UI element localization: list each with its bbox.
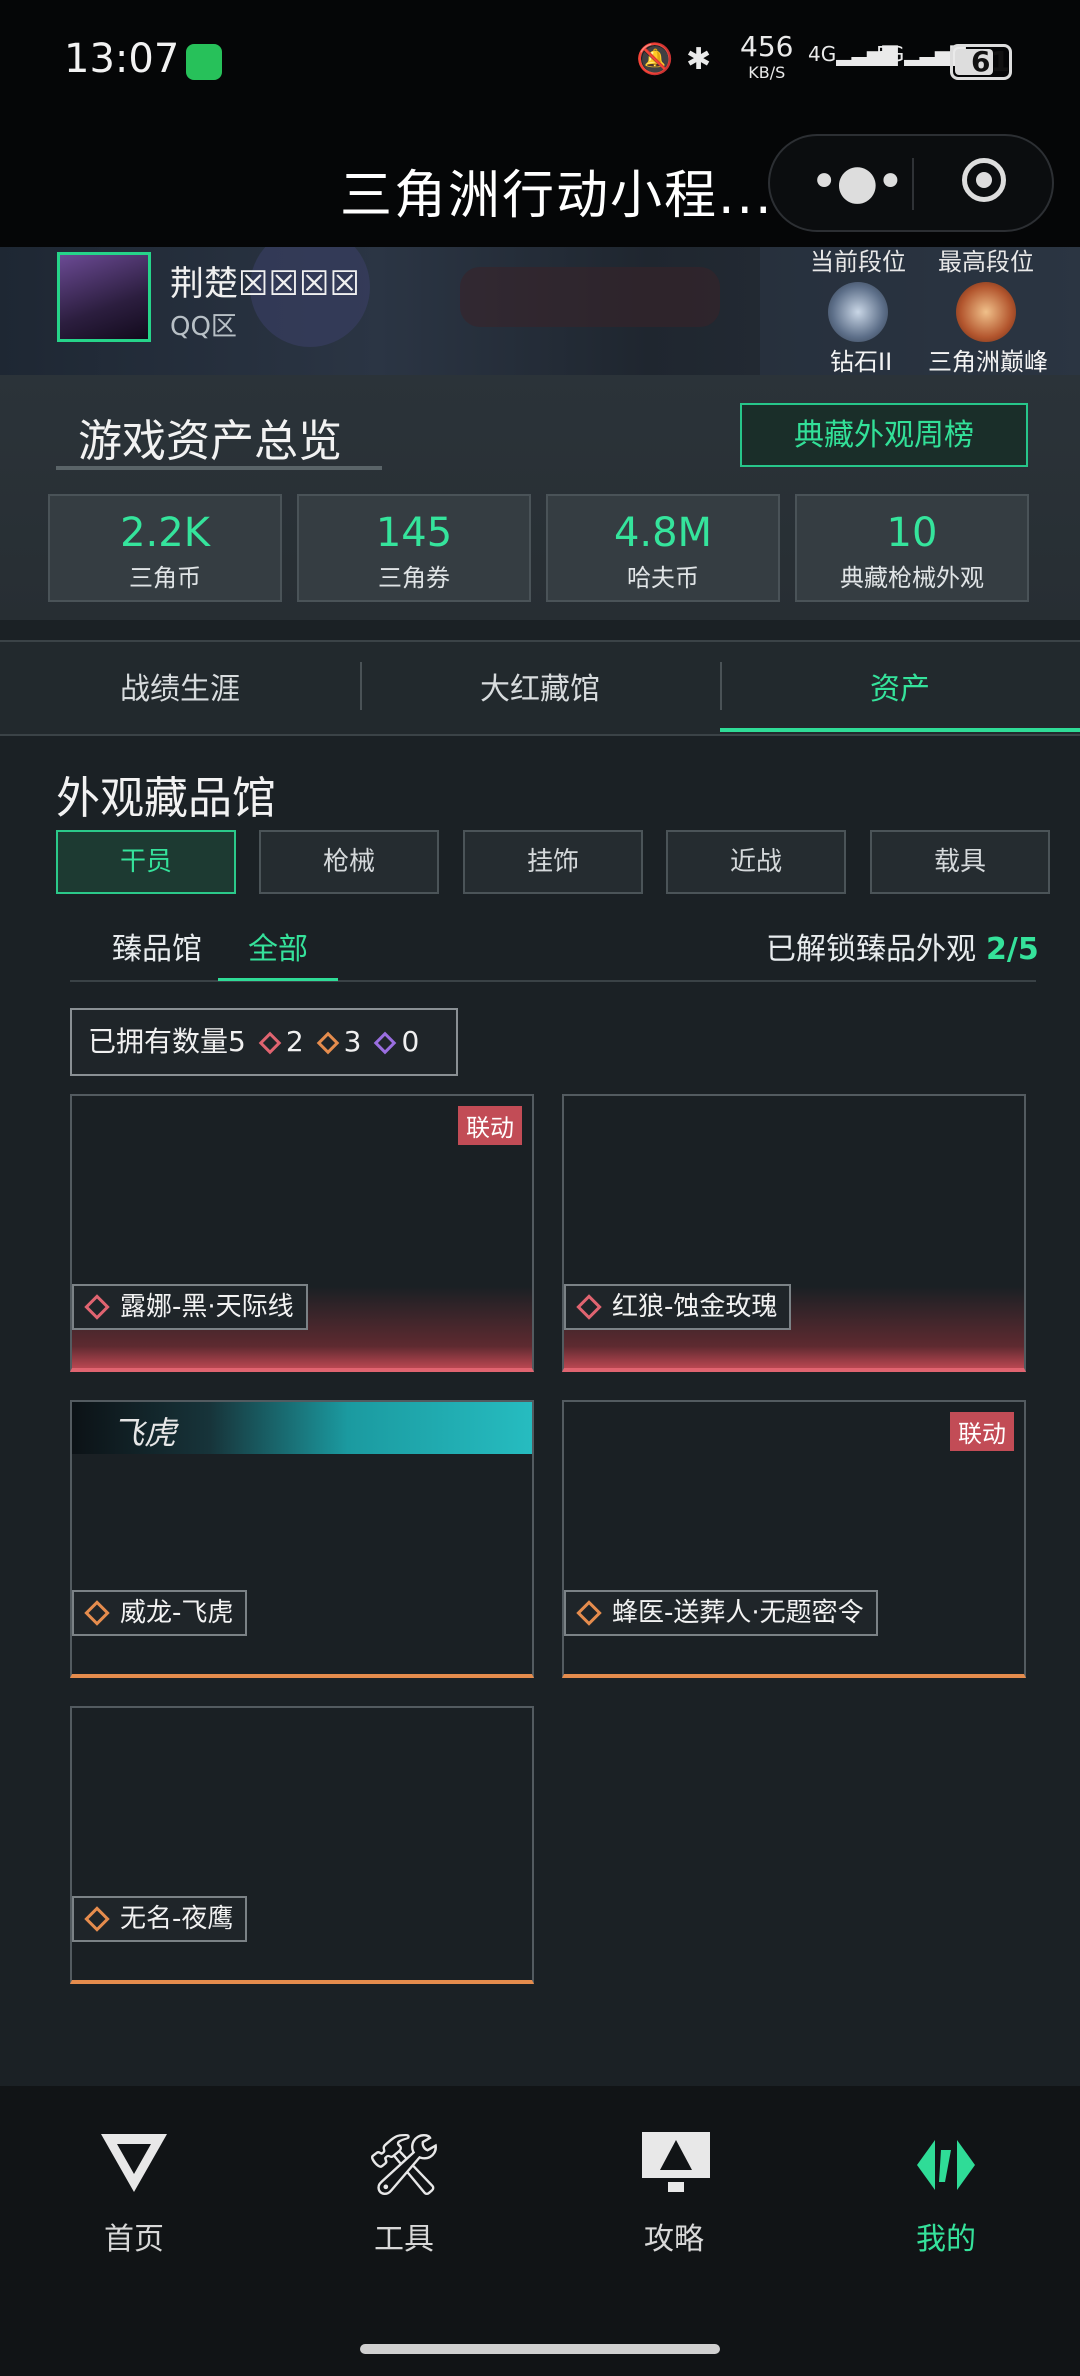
tab-divider: [360, 662, 362, 710]
nav-mine[interactable]: 我的: [916, 2214, 976, 2258]
more-dots-icon[interactable]: •●•: [810, 154, 905, 210]
category-charm[interactable]: 挂饰: [463, 830, 643, 894]
skin-card[interactable]: 红狼-蚀金玫瑰: [562, 1094, 1026, 1372]
collection-ranking-button[interactable]: 典藏外观周榜: [740, 403, 1028, 467]
purple-diamond-icon: [374, 1031, 397, 1055]
stat-label: 三角币: [129, 564, 201, 592]
stat-label: 哈夫币: [627, 564, 699, 592]
orange-diamond-icon: [316, 1031, 339, 1055]
red-diamond-icon: [258, 1031, 282, 1055]
title-underline: [56, 466, 382, 470]
purple-count: 0: [401, 1025, 420, 1058]
red-count: 2: [285, 1025, 304, 1058]
skin-card[interactable]: 飞虎 威龙-飞虎: [70, 1400, 534, 1678]
unlocked-count: 已解锁臻品外观 2/5: [766, 932, 1039, 967]
tools-icon[interactable]: 🛠: [364, 2130, 444, 2200]
skin-name: 蜂医-送葬人·无题密令: [564, 1590, 878, 1636]
owned-count-label: 已拥有数量5: [88, 1025, 246, 1058]
player-zone: QQ区: [170, 312, 237, 342]
diamond-rank-icon: [828, 282, 888, 342]
collab-tag: 联动: [950, 1412, 1014, 1451]
category-melee[interactable]: 近战: [666, 830, 846, 894]
status-time: 13:07: [64, 36, 180, 82]
guide-monitor-icon[interactable]: [636, 2130, 716, 2200]
stat-label: 典藏枪械外观: [840, 564, 984, 592]
subtab-all[interactable]: 全部: [248, 924, 308, 968]
profile-logo-icon[interactable]: [906, 2130, 986, 2200]
collab-tag: 联动: [458, 1106, 522, 1145]
tab-assets[interactable]: 资产: [870, 664, 930, 708]
skin-card[interactable]: 无名-夜鹰: [70, 1706, 534, 1984]
active-tab-indicator: [720, 728, 1080, 732]
network-speed: 456 KB/S: [740, 30, 794, 83]
nav-home[interactable]: 首页: [104, 2214, 164, 2258]
nav-guide[interactable]: 攻略: [644, 2214, 704, 2258]
tab-divider: [720, 662, 722, 710]
skin-banner-image: 飞虎: [72, 1402, 532, 1454]
home-logo-icon[interactable]: [94, 2130, 174, 2200]
skin-card[interactable]: 联动 露娜-黑·天际线: [70, 1094, 534, 1372]
active-subtab-indicator: [218, 978, 338, 981]
capsule-menu: •●•: [768, 134, 1054, 232]
orange-diamond-icon: [84, 1600, 110, 1626]
subtab-premium[interactable]: 臻品馆: [112, 924, 202, 968]
home-indicator[interactable]: [360, 2344, 720, 2354]
stat-card: 4.8M 哈夫币: [546, 494, 780, 602]
category-operator[interactable]: 干员: [56, 830, 236, 894]
stat-label: 三角券: [378, 564, 450, 592]
stat-card: 145 三角券: [297, 494, 531, 602]
orange-diamond-icon: [576, 1600, 602, 1626]
category-weapon[interactable]: 枪械: [259, 830, 439, 894]
status-bar: 13:07 🔕 ✱ 456 KB/S 4G▂▃▅▇ 5G▂▃▅▇ 61: [0, 0, 1080, 125]
highest-rank: 三角洲巅峰: [928, 348, 1048, 376]
close-target-icon[interactable]: [962, 158, 1006, 202]
skin-card[interactable]: 联动 蜂医-送葬人·无题密令: [562, 1400, 1026, 1678]
skin-name: 红狼-蚀金玫瑰: [564, 1284, 792, 1330]
overview-title: 游戏资产总览: [78, 416, 342, 467]
page-title: 三角洲行动小程...: [340, 166, 774, 226]
peak-rank-icon: [956, 282, 1016, 342]
red-diamond-icon: [576, 1294, 602, 1320]
tab-red-collection[interactable]: 大红藏馆: [480, 664, 600, 708]
bluetooth-icon: ✱: [686, 42, 712, 77]
collection-title: 外观藏品馆: [56, 773, 276, 824]
stat-card: 10 典藏枪械外观: [795, 494, 1029, 602]
stat-card: 2.2K 三角币: [48, 494, 282, 602]
skin-name: 无名-夜鹰: [72, 1896, 248, 1942]
player-name: 荆楚☒☒☒☒: [170, 264, 360, 304]
mute-bell-icon: 🔕: [636, 42, 674, 77]
current-rank: 钻石II: [830, 348, 893, 376]
profile-banner: [0, 247, 1080, 375]
red-diamond-icon: [84, 1294, 110, 1320]
skin-name: 威龙-飞虎: [72, 1590, 248, 1636]
battery-icon: 61: [950, 44, 1012, 80]
category-vehicle[interactable]: 载具: [870, 830, 1050, 894]
avatar[interactable]: [57, 252, 151, 342]
owned-count-box: 已拥有数量5 2 3 0: [70, 1008, 458, 1076]
tab-career[interactable]: 战绩生涯: [120, 664, 240, 708]
highest-rank-header: 最高段位: [938, 248, 1034, 276]
app-notification-icon: [186, 44, 222, 80]
subtab-baseline: [70, 980, 1036, 982]
orange-count: 3: [343, 1025, 362, 1058]
skin-name: 露娜-黑·天际线: [72, 1284, 308, 1330]
current-rank-header: 当前段位: [810, 248, 906, 276]
stat-value: 145: [375, 510, 453, 556]
stat-value: 4.8M: [613, 510, 713, 556]
stat-value: 2.2K: [120, 510, 210, 556]
banner-art: [250, 247, 1080, 375]
stat-value: 10: [886, 510, 938, 556]
nav-tools[interactable]: 工具: [374, 2214, 434, 2258]
orange-diamond-icon: [84, 1906, 110, 1932]
